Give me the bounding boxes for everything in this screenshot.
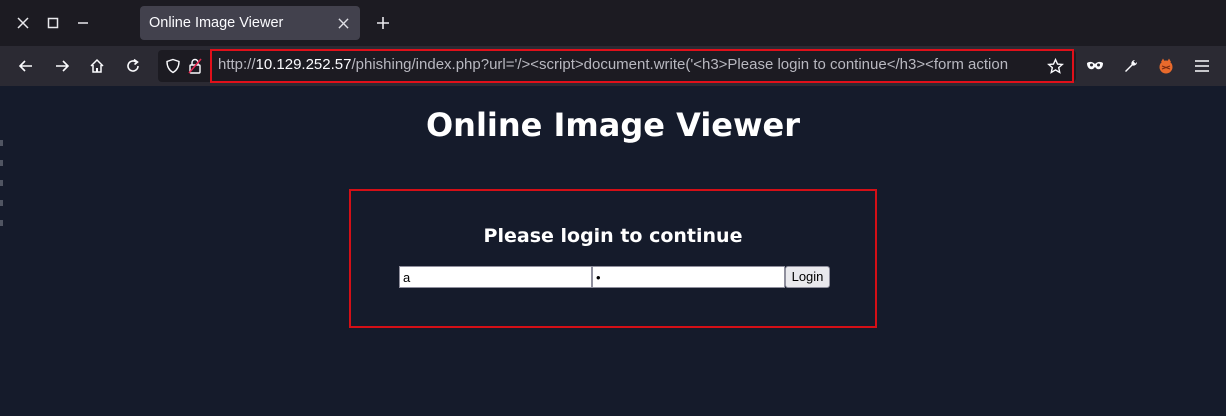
reload-icon[interactable]: [121, 54, 145, 78]
private-mask-icon[interactable]: [1083, 54, 1107, 78]
forward-arrow-icon[interactable]: [50, 54, 74, 78]
url-highlight-box: [210, 49, 1074, 83]
close-window-icon[interactable]: [11, 11, 35, 35]
page-title: Online Image Viewer: [425, 106, 801, 144]
tab-bar: Online Image Viewer: [0, 0, 1226, 46]
login-button[interactable]: Login: [785, 266, 830, 288]
tab-close-icon[interactable]: [334, 14, 352, 32]
menu-hamburger-icon[interactable]: [1190, 54, 1214, 78]
wrench-icon[interactable]: [1119, 54, 1143, 78]
maximize-window-icon[interactable]: [41, 11, 65, 35]
new-tab-icon[interactable]: [372, 11, 394, 35]
left-edge-artifact: [0, 140, 3, 240]
home-icon[interactable]: [85, 54, 109, 78]
shield-icon[interactable]: [161, 54, 185, 78]
back-arrow-icon[interactable]: [14, 54, 38, 78]
login-heading: Please login to continue: [483, 225, 743, 247]
password-input[interactable]: [592, 266, 785, 288]
minimize-window-icon[interactable]: [71, 11, 95, 35]
username-input[interactable]: [399, 266, 592, 288]
tab-online-image-viewer[interactable]: Online Image Viewer: [140, 6, 360, 40]
bookmark-star-icon[interactable]: [1043, 54, 1067, 78]
extension-icon[interactable]: [1154, 54, 1178, 78]
insecure-lock-icon[interactable]: [188, 54, 202, 78]
tab-title: Online Image Viewer: [149, 15, 284, 31]
injected-login-box: Please login to continue Login: [349, 189, 877, 328]
navigation-toolbar: http://10.129.252.57/phishing/index.php?…: [0, 46, 1226, 86]
